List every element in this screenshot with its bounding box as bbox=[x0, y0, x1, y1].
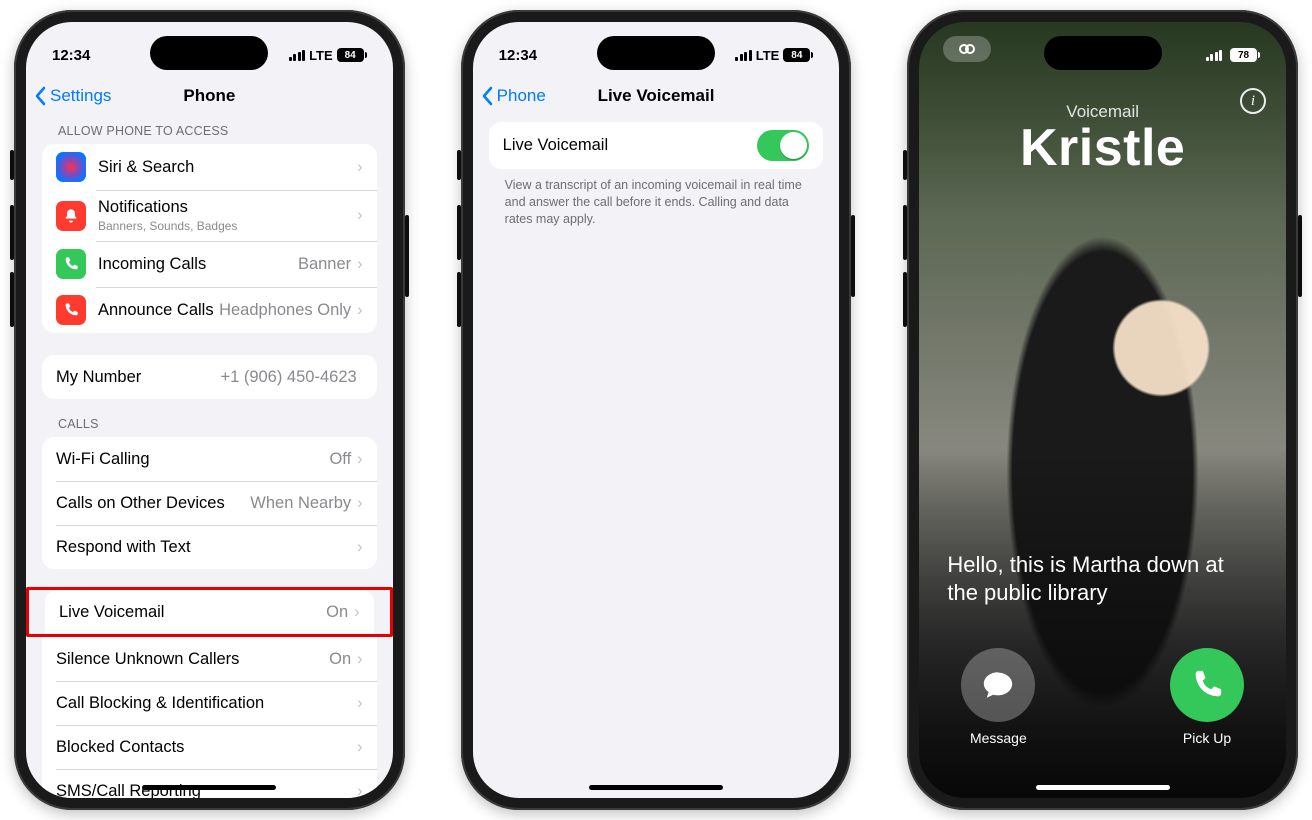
status-carrier: LTE bbox=[309, 48, 333, 63]
status-time: 12:34 bbox=[52, 47, 90, 64]
row-value: Off bbox=[329, 450, 351, 469]
row-label: Respond with Text bbox=[56, 538, 357, 557]
voicemail-pill-icon[interactable] bbox=[943, 36, 991, 62]
row-subtitle: Banners, Sounds, Badges bbox=[98, 219, 357, 233]
row-label: Live Voicemail bbox=[59, 603, 326, 622]
section-header-access: ALLOW PHONE TO ACCESS bbox=[58, 124, 377, 138]
battery-icon: 84 bbox=[337, 48, 367, 62]
row-wifi-calling[interactable]: Wi-Fi Calling Off › bbox=[42, 437, 377, 481]
chevron-right-icon: › bbox=[354, 603, 360, 622]
notch bbox=[1044, 36, 1162, 70]
status-time: 12:34 bbox=[499, 47, 537, 64]
row-value: On bbox=[326, 603, 348, 622]
battery-icon: 78 bbox=[1230, 48, 1260, 62]
row-label: Wi-Fi Calling bbox=[56, 450, 329, 469]
info-button[interactable]: i bbox=[1240, 88, 1266, 114]
live-transcript: Hello, this is Martha down at the public… bbox=[947, 551, 1258, 608]
row-label: Call Blocking & Identification bbox=[56, 694, 357, 713]
pickup-label: Pick Up bbox=[1183, 730, 1231, 746]
caller-name: Kristle bbox=[919, 118, 1286, 178]
nav-bar: Settings Phone bbox=[26, 74, 393, 118]
chevron-right-icon: › bbox=[357, 206, 363, 225]
row-label: My Number bbox=[56, 368, 220, 387]
row-label: Calls on Other Devices bbox=[56, 494, 250, 513]
back-button[interactable]: Phone bbox=[481, 74, 546, 118]
row-label: Blocked Contacts bbox=[56, 738, 357, 757]
notifications-icon bbox=[56, 201, 86, 231]
message-button[interactable]: Message bbox=[961, 648, 1035, 746]
home-indicator[interactable] bbox=[142, 785, 276, 790]
chevron-right-icon: › bbox=[357, 450, 363, 469]
row-calls-other-devices[interactable]: Calls on Other Devices When Nearby › bbox=[42, 481, 377, 525]
section-footer: View a transcript of an incoming voicema… bbox=[489, 169, 824, 228]
call-kind-label: Voicemail bbox=[919, 102, 1286, 122]
signal-icon bbox=[289, 50, 306, 61]
row-notifications[interactable]: Notifications Banners, Sounds, Badges › bbox=[42, 190, 377, 241]
row-value: On bbox=[329, 650, 351, 669]
section-header-calls: CALLS bbox=[58, 417, 377, 431]
message-label: Message bbox=[970, 730, 1027, 746]
message-icon bbox=[981, 668, 1015, 702]
row-label: Live Voicemail bbox=[503, 136, 758, 155]
row-value: When Nearby bbox=[250, 494, 351, 513]
toggle-switch-on[interactable] bbox=[757, 130, 809, 161]
incoming-call-icon bbox=[56, 249, 86, 279]
highlight-live-voicemail: Live Voicemail On › bbox=[26, 587, 393, 637]
chevron-right-icon: › bbox=[357, 782, 363, 799]
row-sms-reporting[interactable]: SMS/Call Reporting › bbox=[42, 769, 377, 798]
chevron-right-icon: › bbox=[357, 538, 363, 557]
signal-icon bbox=[735, 50, 752, 61]
chevron-right-icon: › bbox=[357, 650, 363, 669]
home-indicator[interactable] bbox=[1036, 785, 1170, 790]
row-siri-search[interactable]: Siri & Search › bbox=[42, 144, 377, 190]
row-value: +1 (906) 450-4623 bbox=[220, 368, 356, 387]
row-live-voicemail-toggle[interactable]: Live Voicemail bbox=[489, 122, 824, 169]
nav-title: Phone bbox=[183, 86, 235, 106]
siri-icon bbox=[56, 152, 86, 182]
row-silence-unknown[interactable]: Silence Unknown Callers On › bbox=[42, 637, 377, 681]
notch bbox=[150, 36, 268, 70]
phone-live-voicemail-settings: 12:34 LTE 84 Phone Live Voicemail Live V… bbox=[461, 10, 852, 810]
row-respond-with-text[interactable]: Respond with Text › bbox=[42, 525, 377, 569]
status-carrier: LTE bbox=[756, 48, 780, 63]
back-button[interactable]: Settings bbox=[34, 74, 111, 118]
nav-title: Live Voicemail bbox=[598, 86, 715, 106]
announce-icon bbox=[56, 295, 86, 325]
caller-block: Voicemail Kristle bbox=[919, 102, 1286, 178]
chevron-right-icon: › bbox=[357, 255, 363, 274]
row-incoming-calls[interactable]: Incoming Calls Banner › bbox=[42, 241, 377, 287]
back-label: Settings bbox=[50, 86, 111, 106]
row-value: Headphones Only bbox=[219, 301, 351, 320]
signal-icon bbox=[1206, 50, 1223, 61]
home-indicator[interactable] bbox=[589, 785, 723, 790]
chevron-right-icon: › bbox=[357, 694, 363, 713]
row-label: Silence Unknown Callers bbox=[56, 650, 329, 669]
notch bbox=[597, 36, 715, 70]
phone-settings: 12:34 LTE 84 Settings Phone ALLOW PHONE … bbox=[14, 10, 405, 810]
pickup-button[interactable]: Pick Up bbox=[1170, 648, 1244, 746]
chevron-left-icon bbox=[481, 86, 493, 106]
chevron-left-icon bbox=[34, 86, 46, 106]
phone-incoming-voicemail: 78 i Voicemail Kristle Hello, this is Ma… bbox=[907, 10, 1298, 810]
battery-icon: 84 bbox=[783, 48, 813, 62]
row-label: Announce Calls bbox=[98, 301, 219, 320]
row-my-number[interactable]: My Number +1 (906) 450-4623 bbox=[42, 355, 377, 399]
row-call-blocking[interactable]: Call Blocking & Identification › bbox=[42, 681, 377, 725]
nav-bar: Phone Live Voicemail bbox=[473, 74, 840, 118]
row-label: Notifications bbox=[98, 198, 357, 217]
chevron-right-icon: › bbox=[357, 158, 363, 177]
back-label: Phone bbox=[497, 86, 546, 106]
phone-icon bbox=[1190, 668, 1224, 702]
row-value: Banner bbox=[298, 255, 351, 274]
row-label: Siri & Search bbox=[98, 158, 357, 177]
chevron-right-icon: › bbox=[357, 301, 363, 320]
row-label: Incoming Calls bbox=[98, 255, 298, 274]
row-blocked-contacts[interactable]: Blocked Contacts › bbox=[42, 725, 377, 769]
chevron-right-icon: › bbox=[357, 738, 363, 757]
row-announce-calls[interactable]: Announce Calls Headphones Only › bbox=[42, 287, 377, 333]
chevron-right-icon: › bbox=[357, 494, 363, 513]
row-live-voicemail[interactable]: Live Voicemail On › bbox=[45, 590, 374, 634]
